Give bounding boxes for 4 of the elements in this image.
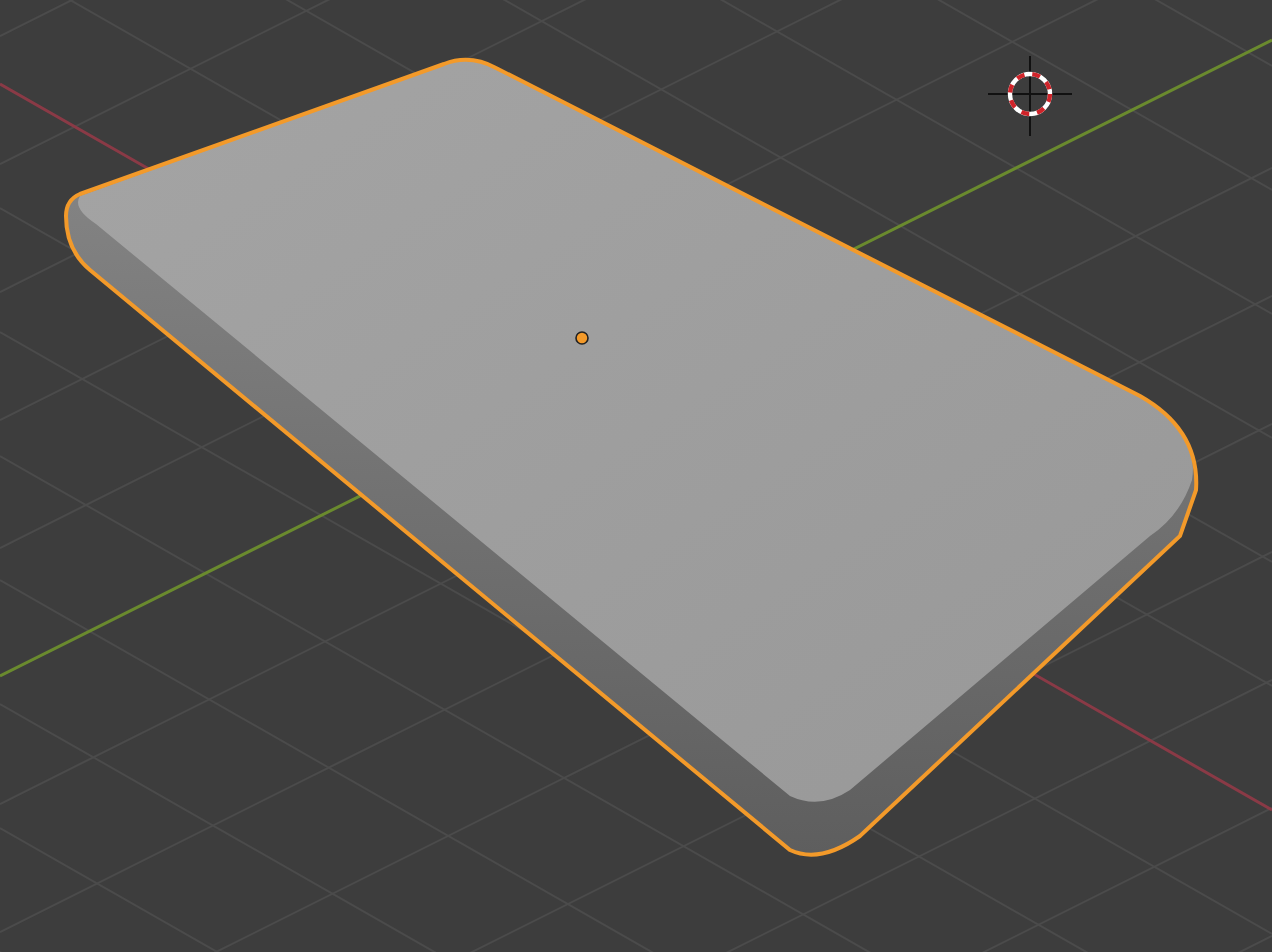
rounded-slab-object[interactable] bbox=[64, 57, 1199, 857]
3d-viewport[interactable] bbox=[0, 0, 1272, 952]
origin-dot-icon bbox=[575, 331, 589, 345]
3d-cursor-icon[interactable] bbox=[987, 55, 1073, 137]
